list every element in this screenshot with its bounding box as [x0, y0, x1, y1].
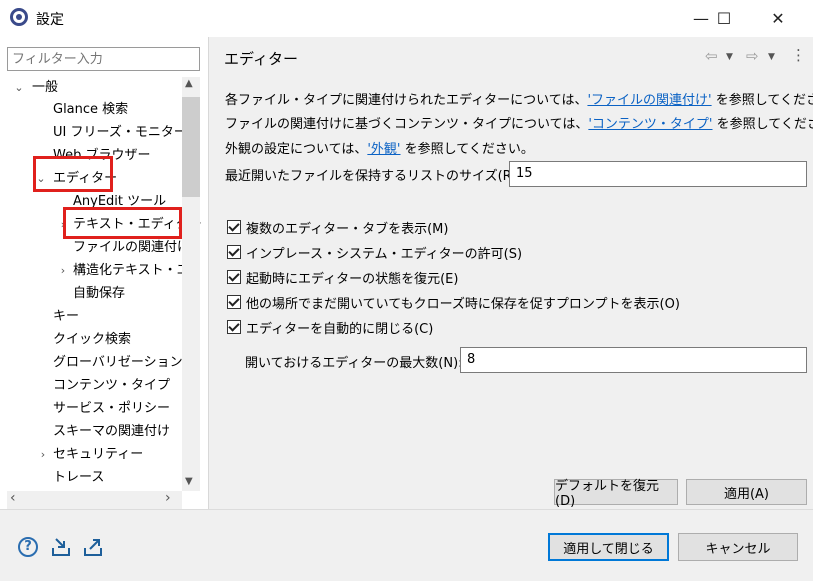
- checkbox-prompt-save[interactable]: [227, 295, 241, 309]
- view-menu-icon[interactable]: ⋮: [791, 46, 806, 64]
- tree-scroll-thumb[interactable]: [182, 97, 200, 197]
- apply-and-close-button[interactable]: 適用して閉じる: [548, 533, 669, 561]
- file-associations-link[interactable]: 'ファイルの関連付け': [587, 93, 711, 108]
- content-types-link[interactable]: 'コンテンツ・タイプ': [588, 117, 712, 132]
- preference-tree: ⌄ 一般 Glance 検索 UI フリーズ・モニター Web ブラウザー ⌄ …: [0, 77, 208, 492]
- highlight-box: [33, 156, 113, 192]
- apply-button[interactable]: 適用(A): [686, 479, 807, 505]
- recent-files-label: 最近開いたファイルを保持するリストのサイズ(R):: [225, 169, 522, 184]
- checkbox-label[interactable]: 複数のエディター・タブを表示(M): [246, 218, 448, 237]
- title-bar: 設定 — ☐ ✕: [0, 0, 813, 37]
- tree-item-service-policies[interactable]: サービス・ポリシー: [53, 398, 170, 420]
- recent-files-size-input[interactable]: 15: [509, 161, 807, 187]
- tree-item-label: セキュリティー: [53, 447, 144, 462]
- tree-horizontal-scrollbar[interactable]: [7, 491, 182, 509]
- checkbox-label[interactable]: エディターを自動的に閉じる(C): [246, 318, 433, 337]
- scroll-up-icon[interactable]: ▲: [185, 78, 193, 89]
- import-icon[interactable]: [50, 536, 72, 558]
- back-dropdown-icon[interactable]: ▼: [726, 52, 733, 62]
- tree-item-keys[interactable]: キー: [53, 306, 79, 328]
- tree-item-autosave[interactable]: 自動保存: [73, 283, 125, 305]
- cancel-button[interactable]: キャンセル: [678, 533, 798, 561]
- appearance-link[interactable]: '外観': [367, 142, 400, 157]
- highlight-box: [63, 207, 182, 239]
- checkbox-multiple-tabs[interactable]: [227, 220, 241, 234]
- tree-item-trace[interactable]: トレース: [53, 467, 104, 489]
- forward-arrow-icon[interactable]: ⇨: [746, 47, 759, 65]
- export-icon[interactable]: [82, 536, 104, 558]
- scroll-right-icon[interactable]: ›: [165, 490, 171, 506]
- page-title: エディター: [224, 50, 298, 68]
- tree-item-globalization[interactable]: グローバリゼーション: [53, 352, 183, 374]
- window-title: 設定: [36, 12, 64, 28]
- info-line-content-types: ファイルの関連付けに基づくコンテンツ・タイプについては、'コンテンツ・タイプ' …: [225, 117, 813, 132]
- chevron-right-icon[interactable]: ›: [57, 260, 69, 282]
- tree-item-content-types[interactable]: コンテンツ・タイプ: [53, 375, 170, 397]
- help-icon[interactable]: ?: [18, 537, 38, 557]
- chevron-down-icon[interactable]: ⌄: [13, 77, 25, 99]
- tree-item-label: 構造化テキスト・エ: [73, 263, 190, 278]
- page-header: [209, 37, 813, 81]
- scroll-down-icon[interactable]: ▼: [185, 476, 193, 487]
- tree-item-label: 一般: [32, 80, 59, 95]
- chevron-right-icon[interactable]: ›: [37, 444, 49, 466]
- tree-item-schema-associations[interactable]: スキーマの関連付け: [53, 421, 170, 443]
- checkbox-label[interactable]: 他の場所でまだ開いていてもクローズ時に保存を促すプロンプトを表示(O): [246, 293, 680, 312]
- max-editors-label: 開いておけるエディターの最大数(N):: [245, 356, 463, 371]
- checkbox-inplace-editor[interactable]: [227, 245, 241, 259]
- checkbox-label[interactable]: インプレース・システム・エディターの許可(S): [246, 243, 522, 262]
- scroll-left-icon[interactable]: ‹: [10, 490, 16, 506]
- back-arrow-icon[interactable]: ⇦: [705, 47, 718, 65]
- forward-dropdown-icon[interactable]: ▼: [768, 52, 775, 62]
- checkbox-close-editors[interactable]: [227, 320, 241, 334]
- maximize-button[interactable]: ☐: [701, 0, 747, 36]
- filter-input[interactable]: [7, 47, 200, 71]
- tree-item-ui-freeze[interactable]: UI フリーズ・モニター: [53, 122, 187, 144]
- eclipse-app-icon: [10, 8, 28, 26]
- max-editors-input[interactable]: 8: [460, 347, 807, 373]
- tree-item-quick-search[interactable]: クイック検索: [53, 329, 131, 351]
- checkbox-restore-state[interactable]: [227, 270, 241, 284]
- restore-defaults-button[interactable]: デフォルトを復元(D): [554, 479, 678, 509]
- tree-item-file-associations[interactable]: ファイルの関連付け: [73, 237, 190, 259]
- tree-item-glance[interactable]: Glance 検索: [53, 99, 128, 121]
- close-button[interactable]: ✕: [755, 0, 801, 36]
- info-line-appearance: 外観の設定については、'外観' を参照してください。: [225, 142, 534, 157]
- info-line-file-associations: 各ファイル・タイプに関連付けられたエディターについては、'ファイルの関連付け' …: [225, 93, 813, 108]
- checkbox-label[interactable]: 起動時にエディターの状態を復元(E): [246, 268, 458, 287]
